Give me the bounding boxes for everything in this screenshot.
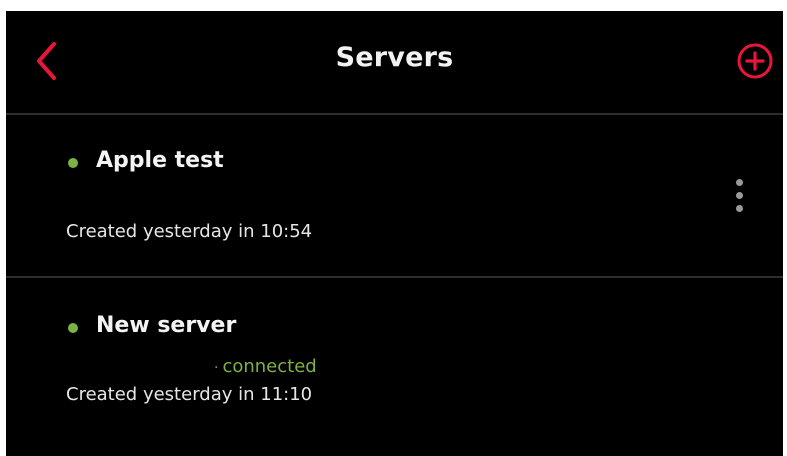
status-bullet-icon: · [214,360,219,376]
add-server-button[interactable] [736,42,774,80]
server-created-text: Created yesterday in 10:54 [66,221,313,242]
app-header: Servers [6,11,783,113]
connection-status-label: connected [222,356,317,377]
server-list-item[interactable]: Apple test Created yesterday in 10:54 [6,115,783,275]
server-name: New server [96,313,237,338]
status-dot [68,158,78,168]
plus-circle-icon [737,43,773,79]
servers-screen: Servers Apple test Created yesterday in … [6,11,783,456]
status-dot [68,323,78,333]
more-vertical-icon[interactable] [728,177,752,217]
server-created-text: Created yesterday in 11:10 [66,384,313,405]
server-name: Apple test [96,148,224,173]
page-title: Servers [335,42,454,73]
server-list-item[interactable]: New server · connected Created yesterday … [6,278,783,438]
connection-status-text: · connected [214,356,317,377]
